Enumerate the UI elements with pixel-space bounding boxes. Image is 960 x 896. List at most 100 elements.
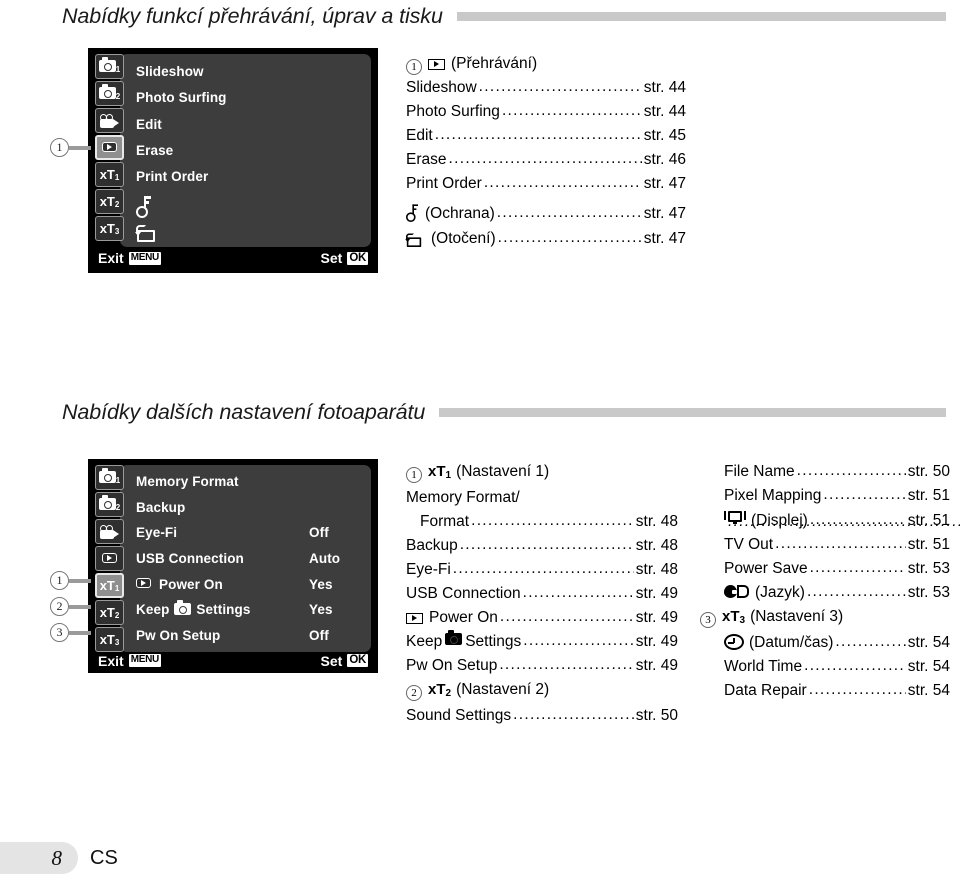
ref-label: File Name xyxy=(724,463,795,480)
ref-line: Edit str. 45 xyxy=(406,124,686,148)
ref-prefix: Keep xyxy=(406,633,443,650)
leader-dots xyxy=(775,532,906,556)
section-2-heading: Nabídky dalších nastavení fotoaparátu xyxy=(62,400,946,425)
ref-line: Format str. 48 xyxy=(406,510,678,534)
tab-index: 1 xyxy=(114,173,120,182)
leader-dots xyxy=(810,556,906,580)
ref-line: (Jazyk) str. 53 xyxy=(700,581,950,605)
menu-tab-column: 1 2 xT 1 xT 2 xT 3 xyxy=(95,54,124,247)
leader-dots xyxy=(435,123,642,147)
tab-index: 3 xyxy=(114,227,120,236)
tab-settings-1[interactable]: xT 1 xyxy=(95,573,124,598)
menu-row-rotate[interactable] xyxy=(135,217,361,243)
callout-number: 1 xyxy=(50,571,69,590)
ref-line: Eye-Fi str. 48 xyxy=(406,558,678,582)
wrench-icon: xT xyxy=(99,194,115,209)
menu-row-label: Photo Surfing xyxy=(136,90,227,106)
menu-row-backup[interactable]: Backup xyxy=(136,495,361,520)
ref-line: TV Out str. 51 xyxy=(700,533,950,557)
tab-settings-3[interactable]: xT 3 xyxy=(95,216,124,241)
ref-line: (Ochrana) str. 47 xyxy=(406,196,686,226)
tab-index: 3 xyxy=(114,638,120,647)
menu-row-slideshow[interactable]: Slideshow xyxy=(136,59,361,84)
ok-key-badge: OK xyxy=(347,654,368,667)
menu-row-erase[interactable]: Erase xyxy=(136,138,361,163)
menu-row-keep-settings[interactable]: Keep Settings Yes xyxy=(136,597,361,622)
tab-settings-3[interactable]: xT 3 xyxy=(95,627,124,652)
ref-label: Slideshow xyxy=(406,79,477,96)
ref-callout-number: 1 xyxy=(406,467,422,483)
wrench-icon: xT xyxy=(99,605,115,620)
leader-dots xyxy=(453,557,634,581)
ref-label: Erase xyxy=(406,151,447,168)
callout-number: 3 xyxy=(50,623,69,642)
tab-index: 1 xyxy=(115,476,121,485)
menu-row-usb-connection[interactable]: USB Connection Auto xyxy=(136,546,361,571)
tab-playback[interactable] xyxy=(95,546,124,571)
wrench-icon: xT xyxy=(428,681,446,698)
menu-key-badge: MENU xyxy=(128,654,161,667)
tab-movie[interactable] xyxy=(95,108,124,133)
tab-settings-1[interactable]: xT 1 xyxy=(95,162,124,187)
ref-page: str. 54 xyxy=(907,658,950,675)
menu-row-memory-format[interactable]: Memory Format xyxy=(136,469,361,494)
tab-camera-1[interactable]: 1 xyxy=(95,465,124,490)
menu-tab-column: 1 2 xT 1 xT 2 xT 3 xyxy=(95,465,124,652)
playback-reference-list: 1 (Přehrávání) Slideshow str. 44 Photo S… xyxy=(405,52,686,251)
exit-control[interactable]: Exit MENU xyxy=(98,653,161,669)
leader-dots xyxy=(523,581,634,605)
ok-key-badge: OK xyxy=(347,251,368,265)
tab-index: 2 xyxy=(115,92,121,101)
leader-dots xyxy=(513,703,634,727)
ref-line: Pixel Mapping str. 51 xyxy=(700,484,950,508)
ref-page: str. 50 xyxy=(907,463,950,480)
set-control[interactable]: Set OK xyxy=(321,653,368,669)
camera-icon xyxy=(98,494,116,510)
tab-settings-2[interactable]: xT 2 xyxy=(95,600,124,625)
menu-row-print-order[interactable]: Print Order xyxy=(136,164,361,189)
leader-dots xyxy=(823,483,905,507)
tab-movie[interactable] xyxy=(95,519,124,544)
wrench-icon: xT xyxy=(428,463,446,480)
tab-index: 1 xyxy=(115,65,121,74)
ref-page: str. 54 xyxy=(907,634,950,651)
tab-camera-1[interactable]: 1 xyxy=(95,54,124,79)
exit-control[interactable]: Exit MENU xyxy=(98,250,161,266)
set-control[interactable]: Set OK xyxy=(321,250,368,266)
ref-label: Power On xyxy=(429,609,498,626)
leader-dots xyxy=(449,147,642,171)
callout-leader-line xyxy=(69,145,91,150)
ref-callout-number: 3 xyxy=(700,612,716,628)
section-2-title: Nabídky dalších nastavení fotoaparátu xyxy=(62,400,426,424)
tab-camera-2[interactable]: 2 xyxy=(95,492,124,517)
callout-leader-line xyxy=(69,630,91,635)
menu-row-protect[interactable] xyxy=(136,191,361,219)
tab-playback[interactable] xyxy=(95,135,124,160)
menu-row-pw-on-setup[interactable]: Pw On Setup Off xyxy=(136,623,361,648)
tab-index: 2 xyxy=(115,503,121,512)
section-1-rule xyxy=(456,12,946,21)
ref-label: Pw On Setup xyxy=(406,657,498,674)
ref-page: str. 51 xyxy=(907,536,950,553)
menu-footer-bar: Exit MENU Set OK xyxy=(95,247,371,269)
tab-settings-2[interactable]: xT 2 xyxy=(95,189,124,214)
menu-row-eye-fi[interactable]: Eye-Fi Off xyxy=(136,520,361,545)
menu-row-label: Slideshow xyxy=(136,63,204,79)
ref-label: (Nastavení 2) xyxy=(456,681,550,698)
playback-icon xyxy=(406,612,423,624)
ref-line: Backup str. 48 xyxy=(406,534,678,558)
menu-row-photo-surfing[interactable]: Photo Surfing xyxy=(136,85,361,110)
ref-line: 1 xT 1 (Nastavení 1) xyxy=(406,460,678,486)
ref-label: Eye-Fi xyxy=(406,561,451,578)
ref-line: USB Connection str. 49 xyxy=(406,582,678,606)
ref-label: Pixel Mapping xyxy=(724,487,822,504)
tab-camera-2[interactable]: 2 xyxy=(95,81,124,106)
menu-row-edit[interactable]: Edit xyxy=(136,112,361,137)
ref-line: (Otočení) str. 47 xyxy=(405,226,686,251)
ref-page: str. 54 xyxy=(907,682,950,699)
key-icon xyxy=(136,196,151,219)
menu-row-power-on[interactable]: Power On Yes xyxy=(136,572,361,597)
leader-dots xyxy=(484,171,642,195)
ref-page: str. 47 xyxy=(643,175,686,192)
exit-label: Exit xyxy=(98,250,124,266)
